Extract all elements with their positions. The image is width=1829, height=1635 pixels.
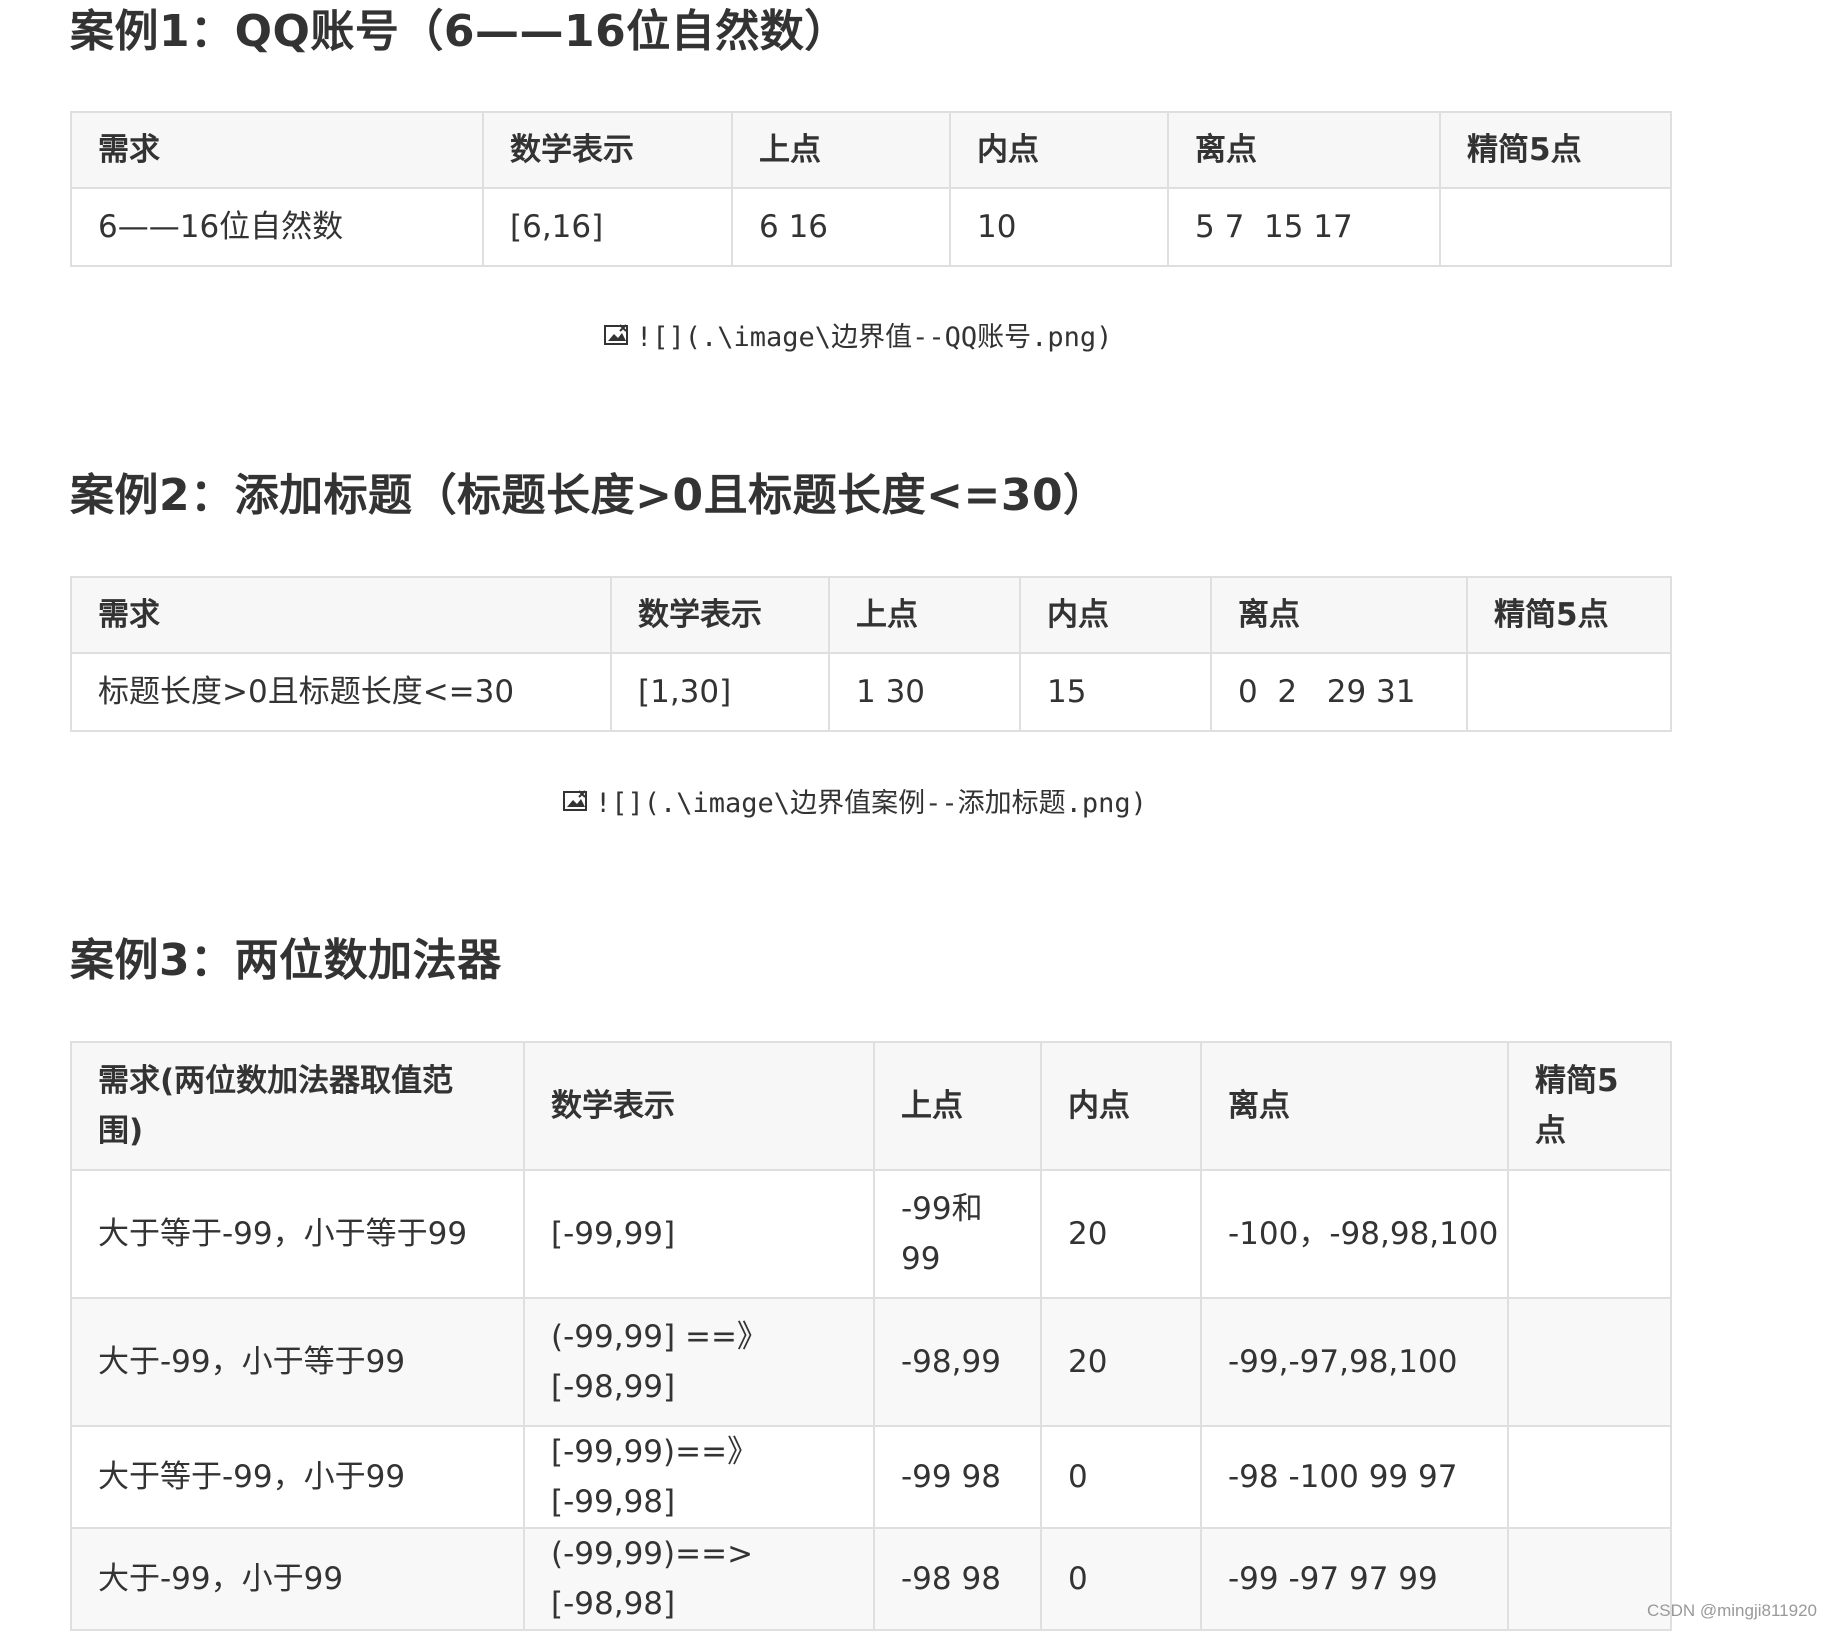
table-cell: -99和99 <box>873 1169 1042 1299</box>
header-cell: 离点 <box>1210 576 1468 654</box>
header-cell: 内点 <box>1019 576 1212 654</box>
section-heading: 案例1：QQ账号（6——16位自然数） <box>70 6 849 57</box>
broken-image-icon <box>563 789 589 813</box>
table-cell: (-99,99] ==》[-98,99] <box>523 1297 875 1427</box>
table-cell: [-99,99] <box>523 1169 875 1299</box>
table-cell <box>1466 652 1672 732</box>
table-cell: 1 30 <box>828 652 1021 732</box>
caption-text: ![](.\image\边界值--QQ账号.png) <box>636 322 1113 353</box>
table-cell: 10 <box>949 187 1169 267</box>
table-cell: -98 98 <box>873 1527 1042 1631</box>
table-cell: -99,-97,98,100 <box>1200 1297 1509 1427</box>
header-cell: 内点 <box>949 111 1169 189</box>
boundary-table-case-2: 需求 数学表示 上点 内点 离点 精简5点 标题长度>0且标题长度<=30 [1… <box>70 576 1672 732</box>
table-cell: 大于-99，小于等于99 <box>70 1297 525 1427</box>
table-cell: 15 <box>1019 652 1212 732</box>
table-cell: -98,99 <box>873 1297 1042 1427</box>
table-cell: -99 98 <box>873 1425 1042 1529</box>
header-cell: 数学表示 <box>610 576 830 654</box>
table-cell: [-99,99)==》[-99,98] <box>523 1425 875 1529</box>
header-cell: 精简5点 <box>1439 111 1672 189</box>
table-header-row: 需求 数学表示 上点 内点 离点 精简5点 <box>70 111 1672 189</box>
table-header-row: 需求 数学表示 上点 内点 离点 精简5点 <box>70 576 1672 654</box>
section-case-1: 案例1：QQ账号（6——16位自然数） 需求 数学表示 上点 内点 离点 精简5… <box>70 6 1672 267</box>
broken-image-icon <box>604 323 630 347</box>
table-cell: 0 2 29 31 <box>1210 652 1468 732</box>
section-case-2: 案例2：添加标题（标题长度>0且标题长度<=30） 需求 数学表示 上点 内点 … <box>70 470 1672 732</box>
table-cell: (-99,99)==>[-98,98] <box>523 1527 875 1631</box>
caption-text: ![](.\image\边界值案例--添加标题.png) <box>595 788 1147 819</box>
header-cell: 需求 <box>70 576 612 654</box>
table-cell <box>1439 187 1672 267</box>
header-cell: 需求(两位数加法器取值范围) <box>70 1041 525 1171</box>
table-cell: [1,30] <box>610 652 830 732</box>
table-cell: 6——16位自然数 <box>70 187 484 267</box>
table-cell <box>1507 1297 1672 1427</box>
table-cell: -99 -97 97 99 <box>1200 1527 1509 1631</box>
header-cell: 离点 <box>1167 111 1441 189</box>
table-cell: 20 <box>1040 1169 1202 1299</box>
table-cell: 大于等于-99，小于等于99 <box>70 1169 525 1299</box>
table-cell: 大于-99，小于99 <box>70 1527 525 1631</box>
header-cell: 精简5点 <box>1466 576 1672 654</box>
table-row: 大于-99，小于99 (-99,99)==>[-98,98] -98 98 0 … <box>70 1527 1672 1631</box>
table-header-row: 需求(两位数加法器取值范围) 数学表示 上点 内点 离点 精简5点 <box>70 1041 1672 1171</box>
table-row: 大于等于-99，小于等于99 [-99,99] -99和99 20 -100，-… <box>70 1169 1672 1299</box>
image-caption: ![](.\image\边界值--QQ账号.png) <box>604 315 1112 354</box>
table-row: 6——16位自然数 [6,16] 6 16 10 5 7 15 17 <box>70 187 1672 267</box>
header-cell: 数学表示 <box>482 111 733 189</box>
table-cell <box>1507 1169 1672 1299</box>
table-cell: 20 <box>1040 1297 1202 1427</box>
table-cell: 大于等于-99，小于99 <box>70 1425 525 1529</box>
table-row: 大于等于-99，小于99 [-99,99)==》[-99,98] -99 98 … <box>70 1425 1672 1529</box>
header-cell: 内点 <box>1040 1041 1202 1171</box>
table-cell <box>1507 1425 1672 1529</box>
image-caption: ![](.\image\边界值案例--添加标题.png) <box>563 781 1147 820</box>
header-cell: 精简5点 <box>1507 1041 1672 1171</box>
boundary-table-case-1: 需求 数学表示 上点 内点 离点 精简5点 6——16位自然数 [6,16] 6… <box>70 111 1672 267</box>
header-cell: 上点 <box>873 1041 1042 1171</box>
header-cell: 需求 <box>70 111 484 189</box>
table-cell: 0 <box>1040 1425 1202 1529</box>
table-cell: 0 <box>1040 1527 1202 1631</box>
header-cell: 上点 <box>731 111 951 189</box>
table-row: 标题长度>0且标题长度<=30 [1,30] 1 30 15 0 2 29 31 <box>70 652 1672 732</box>
table-cell: 5 7 15 17 <box>1167 187 1441 267</box>
table-cell: -98 -100 99 97 <box>1200 1425 1509 1529</box>
header-cell: 数学表示 <box>523 1041 875 1171</box>
table-cell: 6 16 <box>731 187 951 267</box>
table-cell: -100，-98,98,100 <box>1200 1169 1509 1299</box>
section-heading: 案例3：两位数加法器 <box>70 935 502 986</box>
watermark: CSDN @mingji811920 <box>1646 1601 1817 1620</box>
table-cell: [6,16] <box>482 187 733 267</box>
table-row: 大于-99，小于等于99 (-99,99] ==》[-98,99] -98,99… <box>70 1297 1672 1427</box>
section-heading: 案例2：添加标题（标题长度>0且标题长度<=30） <box>70 470 1108 521</box>
header-cell: 上点 <box>828 576 1021 654</box>
header-cell: 离点 <box>1200 1041 1509 1171</box>
boundary-table-case-3: 需求(两位数加法器取值范围) 数学表示 上点 内点 离点 精简5点 大于等于-9… <box>70 1041 1672 1631</box>
table-cell: 标题长度>0且标题长度<=30 <box>70 652 612 732</box>
section-case-3: 案例3：两位数加法器 需求(两位数加法器取值范围) 数学表示 上点 内点 离点 … <box>70 935 1672 1631</box>
